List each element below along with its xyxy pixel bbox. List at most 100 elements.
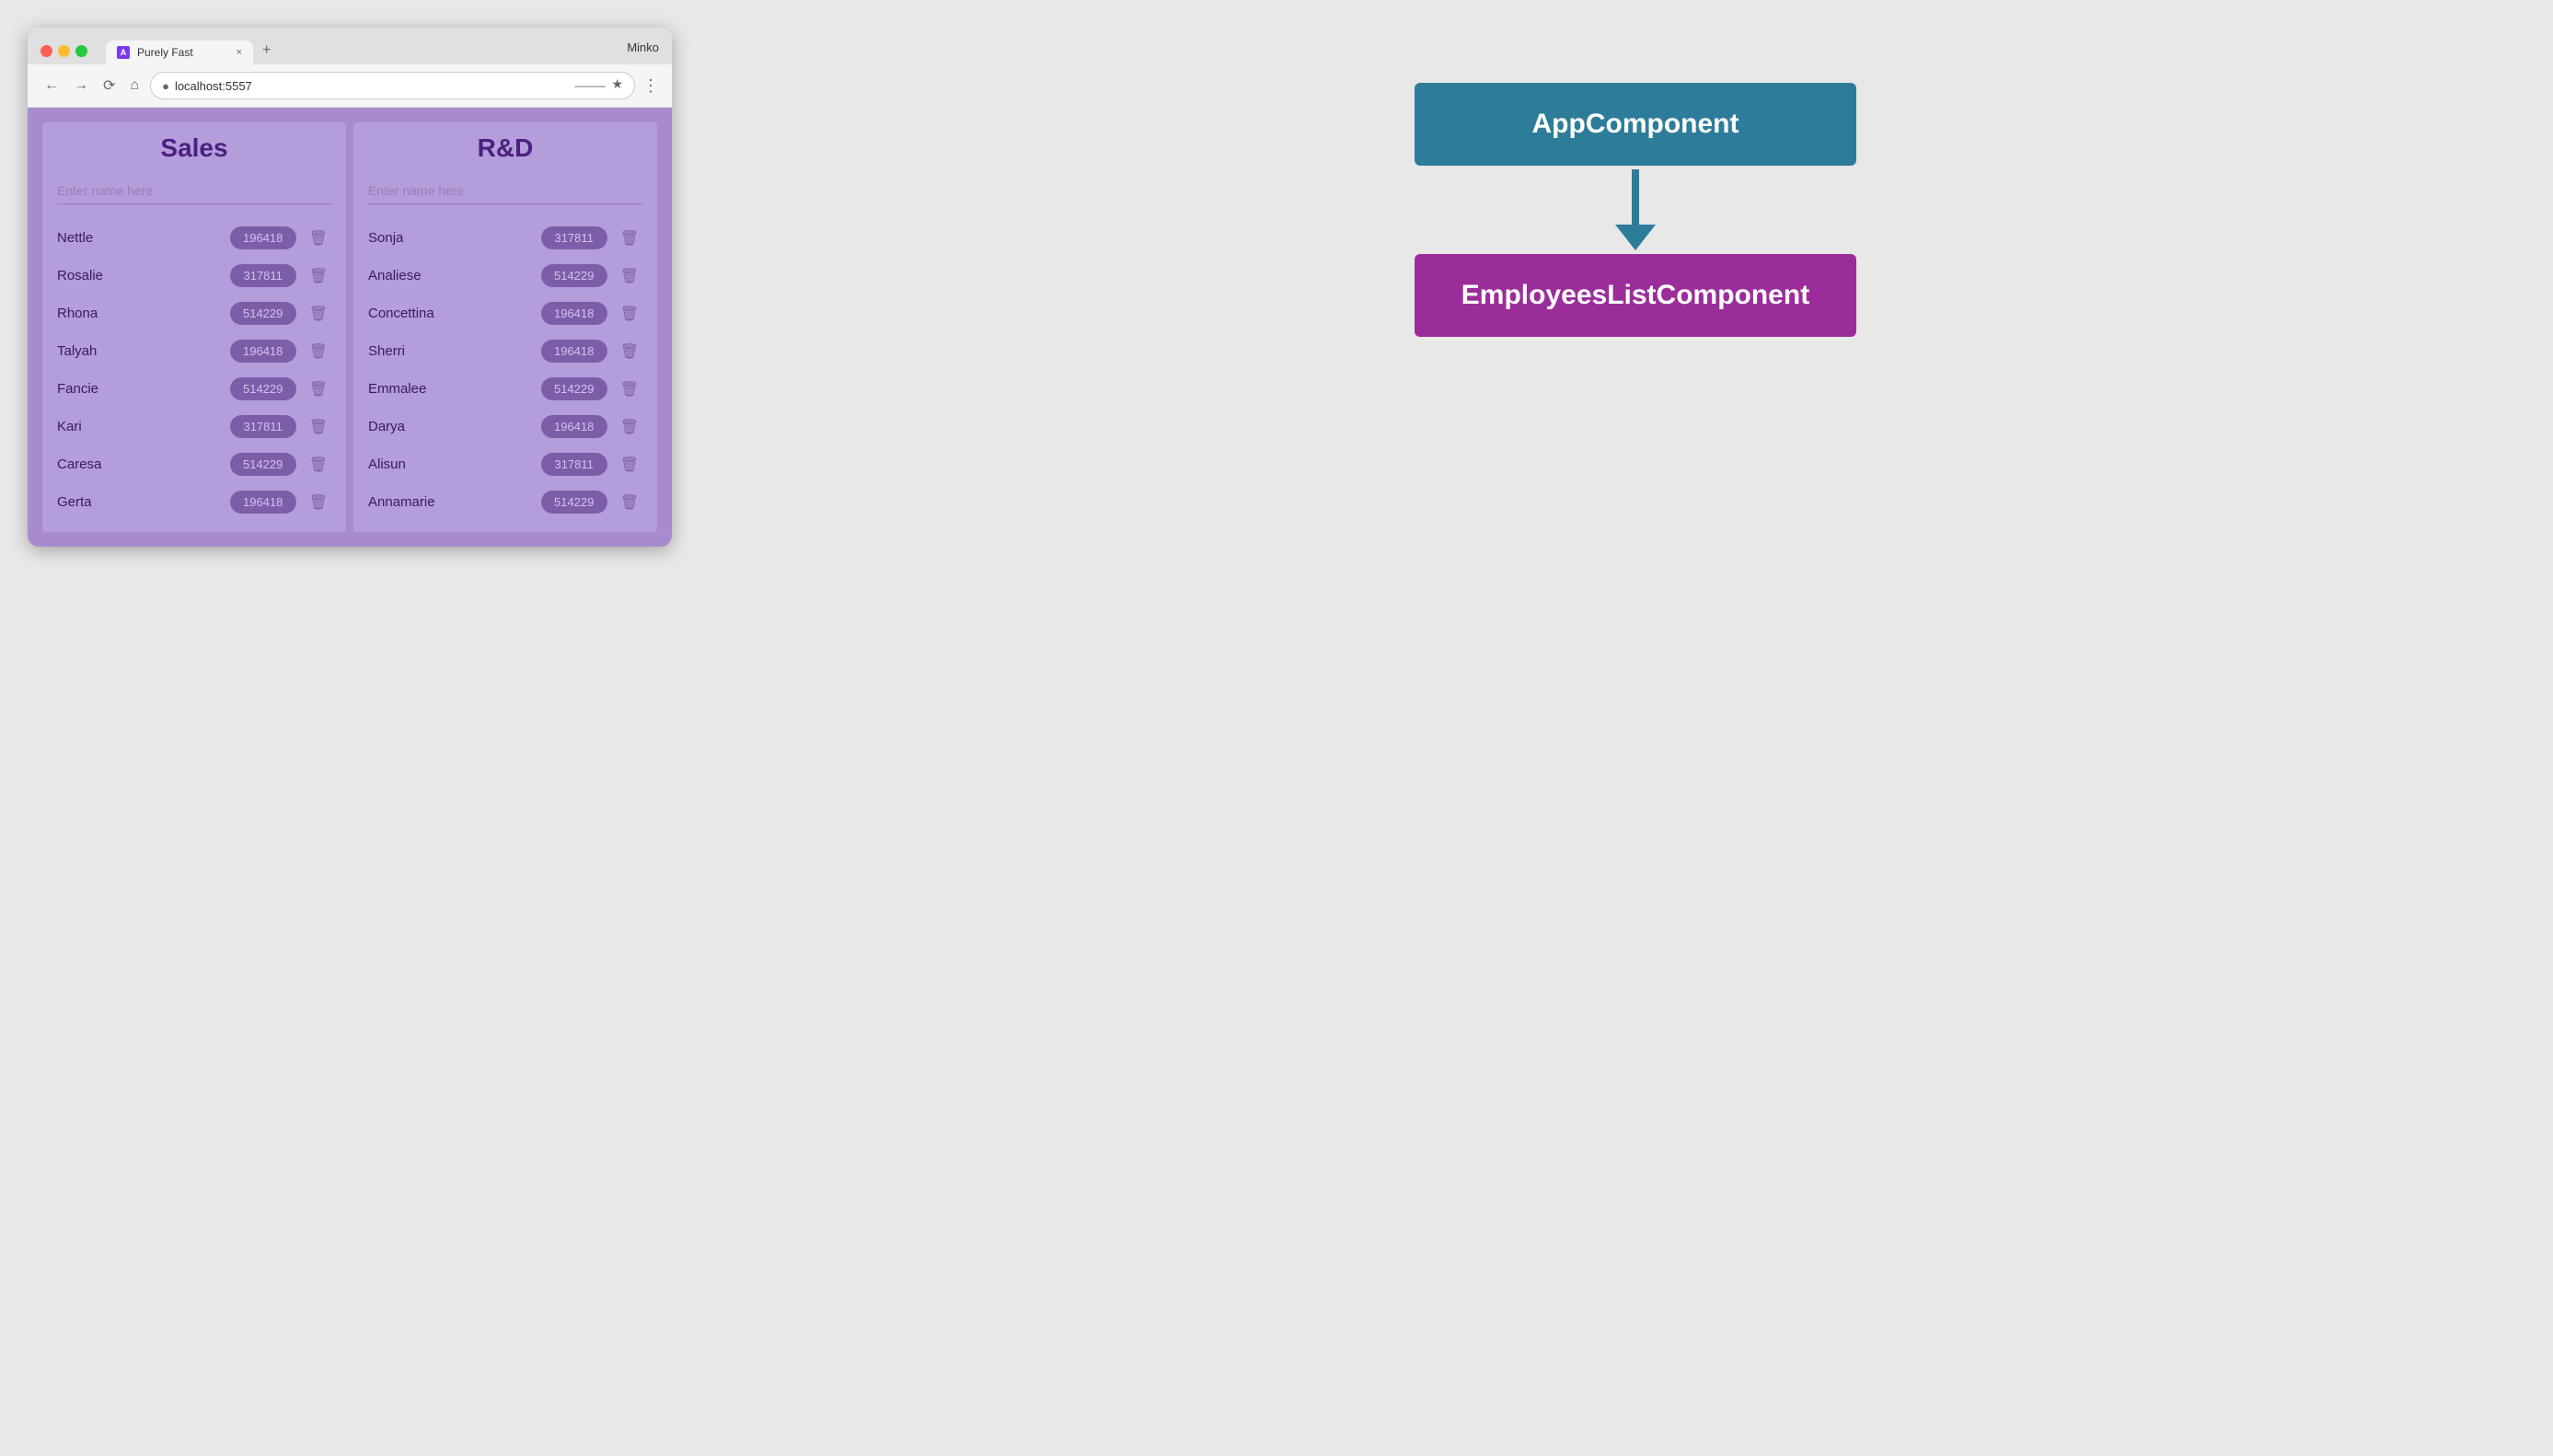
tab-title: Purely Fast: [137, 46, 193, 59]
tab-favicon: A: [117, 46, 130, 59]
delete-button[interactable]: 🗑: [617, 378, 642, 400]
employee-badge: 514229: [541, 491, 607, 514]
employee-badge: 514229: [230, 453, 296, 476]
arrow-shaft: [1632, 169, 1639, 225]
delete-button[interactable]: 🗑: [306, 303, 331, 325]
employee-name: Sonja: [368, 230, 532, 246]
active-tab[interactable]: A Purely Fast ×: [106, 40, 253, 64]
sales-column: Sales Nettle 196418 🗑 Rosalie 317811 🗑 Rhona 51…: [42, 122, 346, 532]
new-tab-button[interactable]: +: [253, 37, 280, 64]
employee-badge: 196418: [541, 340, 607, 363]
tab-bar: A Purely Fast × +: [106, 37, 618, 64]
browser-window: A Purely Fast × + Minko ← → ⟳ ⌂ ● localh…: [28, 28, 672, 547]
address-actions: ⸻ ★: [574, 76, 623, 95]
employee-name: Kari: [57, 419, 221, 434]
employee-badge: 514229: [230, 302, 296, 325]
delete-button[interactable]: 🗑: [306, 416, 331, 438]
employee-badge: 317811: [230, 415, 296, 438]
rd-title: R&D: [368, 133, 642, 163]
rd-column: R&D Sonja317811🗑Analiese514229🗑Concettin…: [353, 122, 657, 532]
employee-name: Concettina: [368, 306, 532, 321]
employee-badge: 196418: [541, 415, 607, 438]
employee-name: Rhona: [57, 306, 221, 321]
close-button[interactable]: [40, 45, 52, 57]
delete-button[interactable]: 🗑: [617, 491, 642, 514]
lens-icon[interactable]: ⸻: [574, 76, 606, 95]
employee-name: Sherri: [368, 343, 532, 359]
app-component-box: AppComponent: [1415, 83, 1856, 166]
employee-name: Talyah: [57, 343, 221, 359]
delete-button[interactable]: 🗑: [617, 265, 642, 287]
delete-button[interactable]: 🗑: [617, 341, 642, 363]
table-row: Fancie 514229 🗑: [57, 370, 331, 408]
delete-button[interactable]: 🗑: [617, 303, 642, 325]
maximize-button[interactable]: [75, 45, 87, 57]
employee-name: Fancie: [57, 381, 221, 397]
employee-badge: 196418: [230, 340, 296, 363]
sales-employee-list: Nettle196418🗑Rosalie317811🗑Rhona514229🗑T…: [57, 219, 331, 521]
employee-badge: 514229: [230, 377, 296, 400]
table-row: Gerta 196418 🗑: [57, 483, 331, 521]
table-row: Annamarie 514229 🗑: [368, 483, 642, 521]
delete-button[interactable]: 🗑: [306, 491, 331, 514]
table-row: Rhona 514229 🗑: [57, 295, 331, 332]
delete-button[interactable]: 🗑: [306, 378, 331, 400]
table-row: Analiese 514229 🗑: [368, 257, 642, 295]
rd-input[interactable]: [368, 178, 642, 204]
delete-button[interactable]: 🗑: [306, 227, 331, 249]
table-row: Concettina 196418 🗑: [368, 295, 642, 332]
employee-badge: 317811: [541, 453, 607, 476]
rd-employee-list: Sonja317811🗑Analiese514229🗑Concettina196…: [368, 219, 642, 521]
delete-button[interactable]: 🗑: [306, 341, 331, 363]
traffic-lights: [40, 45, 87, 57]
table-row: Kari 317811 🗑: [57, 408, 331, 445]
employee-name: Annamarie: [368, 494, 532, 510]
forward-button[interactable]: →: [70, 75, 92, 96]
employee-badge: 317811: [230, 264, 296, 287]
app-component-label: AppComponent: [1532, 109, 1739, 139]
employee-badge: 514229: [541, 264, 607, 287]
browser-toolbar: ← → ⟳ ⌂ ● localhost:5557 ⸻ ★ ⋮: [28, 64, 672, 108]
table-row: Talyah 196418 🗑: [57, 332, 331, 370]
table-row: Darya 196418 🗑: [368, 408, 642, 445]
component-diagram: AppComponent EmployeesListComponent: [745, 28, 2525, 392]
sales-title: Sales: [57, 133, 331, 163]
employee-name: Alisun: [368, 456, 532, 472]
delete-button[interactable]: 🗑: [617, 454, 642, 476]
employee-badge: 196418: [230, 491, 296, 514]
employee-name: Emmalee: [368, 381, 532, 397]
delete-button[interactable]: 🗑: [617, 227, 642, 249]
table-row: Alisun 317811 🗑: [368, 445, 642, 483]
employee-badge: 196418: [230, 226, 296, 249]
employee-name: Darya: [368, 419, 532, 434]
delete-button[interactable]: 🗑: [617, 416, 642, 438]
table-row: Sonja317811🗑: [368, 219, 642, 257]
employees-list-component-box: EmployeesListComponent: [1415, 254, 1856, 337]
table-row: Sherri 196418 🗑: [368, 332, 642, 370]
table-row: Nettle 196418 🗑: [57, 219, 331, 257]
employee-name: Rosalie: [57, 268, 221, 283]
delete-button[interactable]: 🗑: [306, 454, 331, 476]
employee-badge: 196418: [541, 302, 607, 325]
employee-name: Nettle: [57, 230, 221, 246]
star-icon[interactable]: ★: [611, 76, 623, 95]
table-row: Rosalie 317811 🗑: [57, 257, 331, 295]
employees-component-label: EmployeesListComponent: [1461, 280, 1809, 310]
back-button[interactable]: ←: [40, 75, 63, 96]
delete-button[interactable]: 🗑: [306, 265, 331, 287]
menu-icon[interactable]: ⋮: [642, 76, 659, 96]
lock-icon: ●: [162, 79, 169, 93]
employee-name: Analiese: [368, 268, 532, 283]
table-row: Emmalee514229🗑: [368, 370, 642, 408]
tab-close-icon[interactable]: ×: [237, 47, 242, 58]
home-button[interactable]: ⌂: [126, 75, 143, 96]
sales-input[interactable]: [57, 178, 331, 204]
arrow-head: [1615, 225, 1656, 250]
reload-button[interactable]: ⟳: [99, 75, 119, 97]
browser-content: Sales Nettle 196418 🗑 Rosalie 317811 🗑 Rhona 51…: [28, 108, 672, 547]
minimize-button[interactable]: [58, 45, 70, 57]
user-label: Minko: [627, 40, 659, 62]
url-text: localhost:5557: [175, 79, 569, 93]
address-bar[interactable]: ● localhost:5557 ⸻ ★: [150, 72, 635, 99]
employee-name: Gerta: [57, 494, 221, 510]
